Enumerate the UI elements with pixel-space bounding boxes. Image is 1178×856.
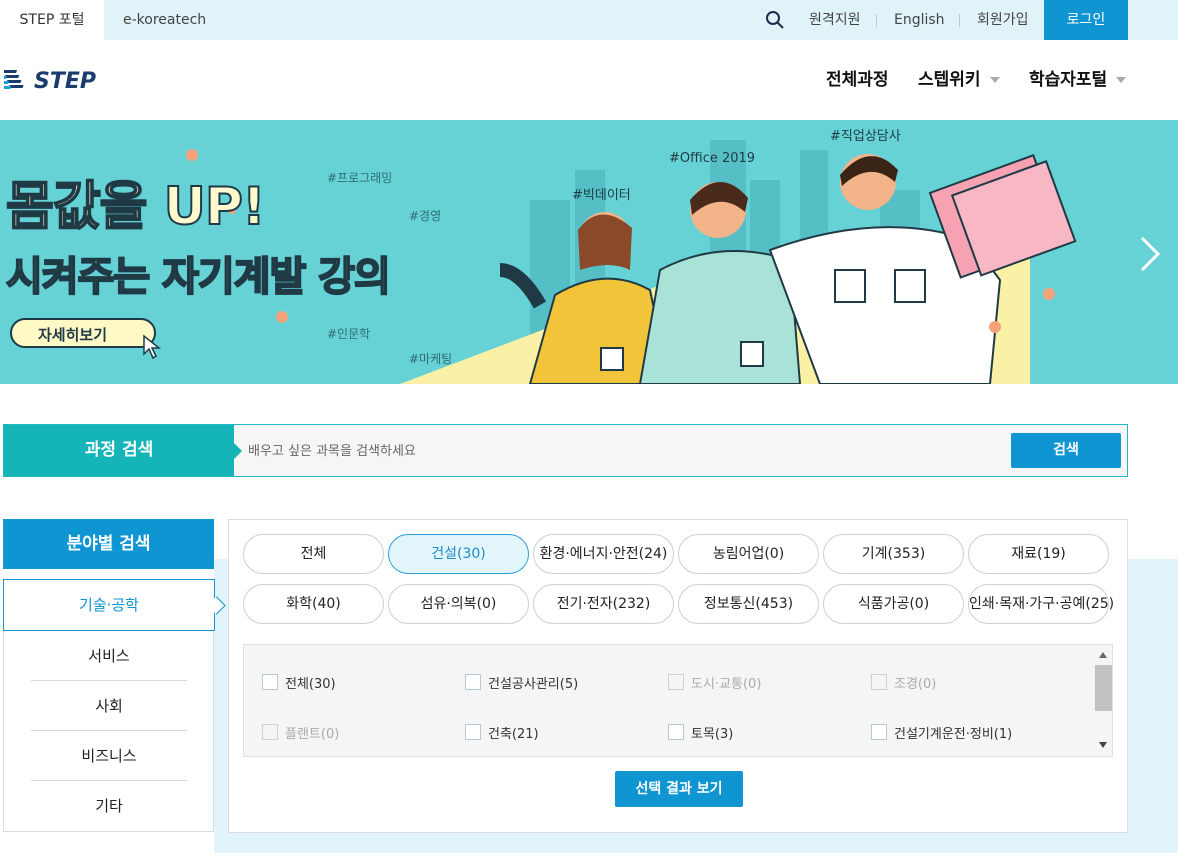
course-search-label: 과정 검색 <box>4 425 242 476</box>
banner-title-1: 몸값을 UP! <box>5 176 267 238</box>
header: STEP 전체과정 스텝위키 학습자포털 <box>0 40 1178 120</box>
banner-title-2: 시켜주는 자기계발 강의 <box>5 253 392 301</box>
checkbox <box>871 674 887 690</box>
main-banner[interactable]: 몸값을 UP! 시켜주는 자기계발 강의 #프로그래밍 #경영 #인문학 #마케… <box>0 120 1178 384</box>
checkbox[interactable] <box>668 724 684 740</box>
caret-down-icon <box>989 77 1000 83</box>
chevron-right-icon[interactable] <box>1134 234 1164 274</box>
tab-step-portal[interactable]: STEP 포털 <box>0 0 104 40</box>
banner-more-button[interactable]: 자세히보기 <box>10 318 156 348</box>
nav-learner-portal[interactable]: 학습자포털 <box>1029 40 1127 120</box>
scroll-down-icon[interactable] <box>1099 742 1107 748</box>
logo-text: STEP <box>34 69 96 94</box>
signup-link[interactable]: 회원가입 <box>977 0 1029 40</box>
scrollbar[interactable] <box>1095 645 1112 756</box>
remote-support-link[interactable]: 원격지원 <box>809 0 861 40</box>
chip-environment[interactable]: 환경·에너지·안전(24) <box>533 534 674 574</box>
chip-materials[interactable]: 재료(19) <box>968 534 1109 574</box>
subcategory-list: 전체(30) 건설공사관리(5) 도시·교통(0) 조경(0) 플랜트(0) 건… <box>243 644 1113 757</box>
chip-construction[interactable]: 건설(30) <box>388 534 529 574</box>
course-search-bar: 과정 검색 검색 <box>3 424 1128 477</box>
english-link[interactable]: English <box>894 0 945 40</box>
banner-tag: #인문학 <box>327 327 371 341</box>
view-results-button[interactable]: 선택 결과 보기 <box>615 771 743 807</box>
chip-printing-crafts[interactable]: 인쇄·목재·가구·공예(25) <box>968 584 1114 624</box>
scroll-up-icon[interactable] <box>1099 652 1107 658</box>
chip-machinery[interactable]: 기계(353) <box>823 534 964 574</box>
top-utility-bar: STEP 포털 e-koreatech 원격지원 English 회원가입 로그… <box>0 0 1178 40</box>
divider <box>876 14 877 27</box>
chip-textile[interactable]: 섬유·의복(0) <box>388 584 529 624</box>
nav-step-wiki-label: 스텝위키 <box>918 70 981 90</box>
nav-step-wiki[interactable]: 스텝위키 <box>918 40 1000 120</box>
checkbox[interactable] <box>262 674 278 690</box>
tab-e-koreatech[interactable]: e-koreatech <box>123 0 206 40</box>
sidebar-item-etc[interactable]: 기타 <box>31 781 187 831</box>
course-search-input[interactable] <box>248 435 988 467</box>
checkbox <box>668 674 684 690</box>
nav-learner-portal-label: 학습자포털 <box>1029 70 1108 90</box>
scroll-thumb[interactable] <box>1095 665 1112 711</box>
sidebar-item-society[interactable]: 사회 <box>31 681 187 731</box>
chip-agriculture[interactable]: 농림어업(0) <box>678 534 819 574</box>
sidebar-item-business[interactable]: 비즈니스 <box>31 731 187 781</box>
search-icon[interactable] <box>765 10 785 30</box>
checkbox <box>262 724 278 740</box>
nav-all-courses[interactable]: 전체과정 <box>826 40 889 120</box>
checkbox[interactable] <box>465 674 481 690</box>
field-search-title: 분야별 검색 <box>3 519 214 569</box>
banner-tag: #Office 2019 <box>669 151 756 166</box>
banner-tag: #프로그래밍 <box>327 171 393 185</box>
banner-tag: #직업상담사 <box>830 129 901 144</box>
sidebar-item-tech-engineering[interactable]: 기술·공학 <box>3 579 215 631</box>
login-button[interactable]: 로그인 <box>1044 0 1128 40</box>
chip-all[interactable]: 전체 <box>243 534 384 574</box>
banner-tag: #빅데이터 <box>572 188 631 203</box>
chip-electric[interactable]: 전기·전자(232) <box>533 584 674 624</box>
sidebar-item-service[interactable]: 서비스 <box>31 631 187 681</box>
checkbox[interactable] <box>871 724 887 740</box>
banner-tag: #마케팅 <box>409 352 453 366</box>
checkbox[interactable] <box>465 724 481 740</box>
chip-food[interactable]: 식품가공(0) <box>823 584 964 624</box>
cursor-icon <box>143 334 162 360</box>
caret-down-icon <box>1116 77 1127 83</box>
chip-ict[interactable]: 정보통신(453) <box>678 584 819 624</box>
banner-tag: #경영 <box>409 209 442 223</box>
search-button[interactable]: 검색 <box>1011 433 1121 468</box>
category-panel: 전체 건설(30) 환경·에너지·안전(24) 농림어업(0) 기계(353) … <box>228 519 1128 833</box>
chip-chemistry[interactable]: 화학(40) <box>243 584 384 624</box>
step-logo[interactable]: STEP <box>4 62 124 98</box>
divider <box>959 14 960 27</box>
